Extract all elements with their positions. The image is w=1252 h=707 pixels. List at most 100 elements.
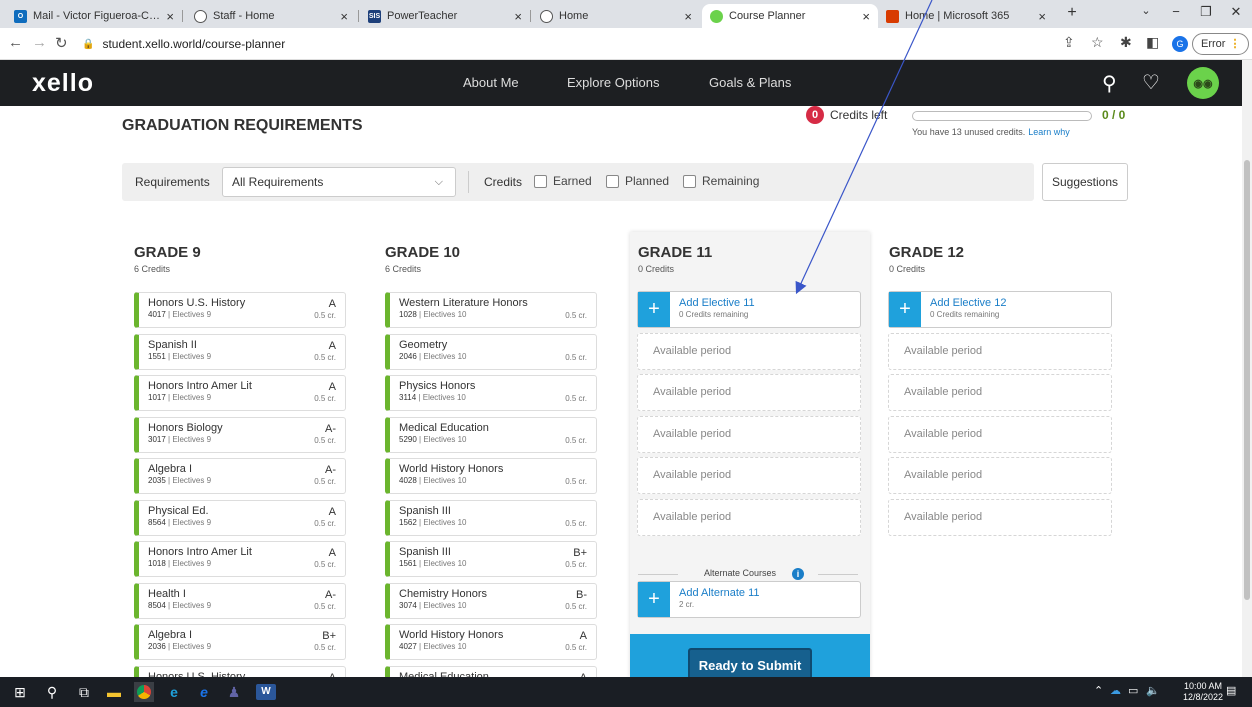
close-icon[interactable]: × xyxy=(166,9,174,24)
course-card[interactable]: Spanish III 1562 | Electives 10 0.5 cr. xyxy=(385,500,597,536)
internet-explorer-icon[interactable]: e xyxy=(194,682,214,702)
available-period[interactable]: Available period xyxy=(888,374,1112,411)
minimize-icon[interactable]: − xyxy=(1162,4,1190,19)
add-alternate-title[interactable]: Add Alternate 11 xyxy=(679,587,760,599)
forward-icon[interactable]: → xyxy=(32,34,47,51)
available-period[interactable]: Available period xyxy=(637,416,861,453)
search-icon[interactable]: ⚲ xyxy=(42,682,62,702)
requirements-select[interactable]: All Requirements ⌵ xyxy=(222,167,456,197)
chevron-up-icon[interactable]: ⌃ xyxy=(1094,684,1103,697)
star-icon[interactable]: ☆ xyxy=(1091,34,1104,51)
reload-icon[interactable]: ↻ xyxy=(55,34,68,52)
extensions-icon[interactable]: ✱ xyxy=(1120,34,1132,51)
chrome-icon[interactable] xyxy=(134,682,154,702)
course-card[interactable]: Medical Education 5290 | Electives 10 0.5 … xyxy=(385,417,597,453)
course-card[interactable]: Spanish II 1551 | Electives 9 A 0.5 cr. xyxy=(134,334,346,370)
plus-icon[interactable]: + xyxy=(638,292,670,327)
available-period[interactable]: Available period xyxy=(888,333,1112,370)
available-period[interactable]: Available period xyxy=(888,416,1112,453)
scrollbar-thumb[interactable] xyxy=(1244,160,1250,600)
close-icon[interactable]: × xyxy=(684,9,692,24)
network-icon[interactable]: ▭ xyxy=(1128,684,1138,697)
search-icon[interactable]: ⚲ xyxy=(1102,71,1117,96)
tab-mail[interactable]: O Mail - Victor Figueroa-Cook - × xyxy=(6,4,182,28)
notifications-icon[interactable]: ▤ xyxy=(1226,684,1236,697)
checkbox-box[interactable] xyxy=(683,174,696,188)
course-card[interactable]: Honors Intro Amer Lit 1017 | Electives 9 A… xyxy=(134,375,346,411)
chevron-down-icon[interactable]: ⌄ xyxy=(1132,4,1160,17)
course-card[interactable]: Honors Intro Amer Lit 1018 | Electives 9 A… xyxy=(134,541,346,577)
new-tab-icon[interactable]: + xyxy=(1058,4,1086,22)
remaining-checkbox[interactable]: Remaining xyxy=(683,174,759,188)
available-period[interactable]: Available period xyxy=(637,457,861,494)
available-period[interactable]: Available period xyxy=(888,499,1112,536)
error-button[interactable]: Error ⋮ xyxy=(1192,33,1250,55)
course-card[interactable]: Western Literature Honors 1028 | Elective… xyxy=(385,292,597,328)
sidebar-icon[interactable]: ◧ xyxy=(1146,34,1159,51)
edge-icon[interactable]: e xyxy=(164,682,184,702)
course-card[interactable]: Honors U.S. History | A xyxy=(134,666,346,677)
url-field[interactable]: 🔒 student.xello.world/course-planner xyxy=(82,32,1152,56)
available-period[interactable]: Available period xyxy=(637,374,861,411)
earned-checkbox[interactable]: Earned xyxy=(534,174,592,188)
add-alternate-11-card[interactable]: + Add Alternate 11 2 cr. xyxy=(637,581,861,618)
profile-avatar[interactable]: G xyxy=(1172,36,1188,52)
close-icon[interactable]: × xyxy=(862,9,870,24)
available-period[interactable]: Available period xyxy=(888,457,1112,494)
add-elective-title[interactable]: Add Elective 11 xyxy=(679,297,755,309)
tab-microsoft-365[interactable]: Home | Microsoft 365 × xyxy=(878,4,1054,28)
available-period[interactable]: Available period xyxy=(637,333,861,370)
planned-checkbox[interactable]: Planned xyxy=(606,174,669,188)
user-avatar[interactable]: ◉◉ xyxy=(1187,67,1219,99)
course-card[interactable]: Spanish III 1561 | Electives 10 B+ 0.5 cr. xyxy=(385,541,597,577)
learn-why-link[interactable]: Learn why xyxy=(1028,127,1070,137)
heart-icon[interactable]: ♡ xyxy=(1142,70,1160,95)
nav-goals-plans[interactable]: Goals & Plans xyxy=(709,75,791,90)
restore-icon[interactable]: ❐ xyxy=(1192,4,1220,20)
onedrive-icon[interactable]: ☁ xyxy=(1110,684,1121,697)
course-card[interactable]: World History Honors 4028 | Electives 10 0… xyxy=(385,458,597,494)
nav-explore-options[interactable]: Explore Options xyxy=(567,75,660,90)
back-icon[interactable]: ← xyxy=(8,34,23,51)
tab-powerteacher[interactable]: SIS PowerTeacher × xyxy=(360,4,530,28)
available-period[interactable]: Available period xyxy=(637,499,861,536)
close-icon[interactable]: × xyxy=(1038,9,1046,24)
course-card[interactable]: Honors Biology 3017 | Electives 9 A- 0.5 cr… xyxy=(134,417,346,453)
close-icon[interactable]: × xyxy=(340,9,348,24)
close-window-icon[interactable]: ✕ xyxy=(1222,4,1250,20)
teams-icon[interactable]: ♟ xyxy=(224,682,244,702)
suggestions-button[interactable]: Suggestions xyxy=(1042,163,1128,201)
share-icon[interactable]: ⇪ xyxy=(1063,34,1075,51)
page-scrollbar[interactable] xyxy=(1242,60,1252,677)
course-card[interactable]: Geometry 2046 | Electives 10 0.5 cr. xyxy=(385,334,597,370)
course-card[interactable]: Algebra I 2035 | Electives 9 A- 0.5 cr. xyxy=(134,458,346,494)
course-card[interactable]: Physical Ed. 8564 | Electives 9 A 0.5 cr. xyxy=(134,500,346,536)
plus-icon[interactable]: + xyxy=(889,292,921,327)
course-card[interactable]: Physics Honors 3114 | Electives 10 0.5 cr. xyxy=(385,375,597,411)
course-card[interactable]: Algebra I 2036 | Electives 9 B+ 0.5 cr. xyxy=(134,624,346,660)
tab-course-planner[interactable]: Course Planner × xyxy=(702,4,878,28)
add-elective-11-card[interactable]: + Add Elective 11 0 Credits remaining xyxy=(637,291,861,328)
word-icon[interactable]: W xyxy=(256,684,276,700)
xello-logo[interactable]: xello xyxy=(32,69,94,98)
course-card[interactable]: World History Honors 4027 | Electives 10 A… xyxy=(385,624,597,660)
course-card[interactable]: Medical Education | A xyxy=(385,666,597,677)
info-icon[interactable]: i xyxy=(792,568,804,580)
course-card[interactable]: Chemistry Honors 3074 | Electives 10 B- 0.5… xyxy=(385,583,597,619)
course-card[interactable]: Honors U.S. History 4017 | Electives 9 A 0.… xyxy=(134,292,346,328)
file-explorer-icon[interactable]: ▬ xyxy=(104,682,124,702)
system-clock[interactable]: 10:00 AM 12/8/2022 xyxy=(1183,681,1223,703)
close-icon[interactable]: × xyxy=(514,9,522,24)
plus-icon[interactable]: + xyxy=(638,582,670,617)
windows-start-icon[interactable]: ⊞ xyxy=(10,682,30,702)
checkbox-box[interactable] xyxy=(606,174,619,188)
add-elective-title[interactable]: Add Elective 12 xyxy=(930,297,1006,309)
add-elective-12-card[interactable]: + Add Elective 12 0 Credits remaining xyxy=(888,291,1112,328)
nav-about-me[interactable]: About Me xyxy=(463,75,519,90)
task-view-icon[interactable]: ⧉ xyxy=(74,682,94,702)
ready-to-submit-button[interactable]: Ready to Submit xyxy=(688,648,812,677)
volume-icon[interactable]: 🔈 xyxy=(1146,684,1160,697)
course-card[interactable]: Health I 8504 | Electives 9 A- 0.5 cr. xyxy=(134,583,346,619)
tab-staff-home[interactable]: Staff - Home × xyxy=(186,4,356,28)
checkbox-box[interactable] xyxy=(534,174,547,188)
